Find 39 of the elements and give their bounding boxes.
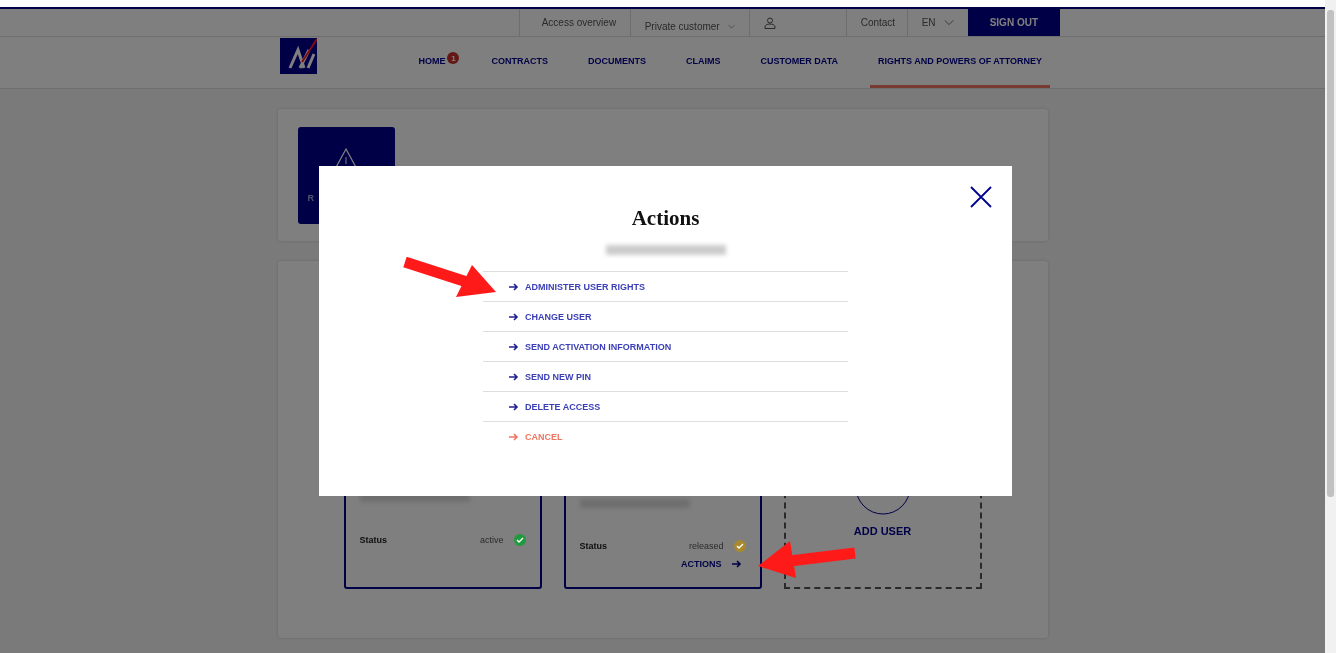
status-label: Status — [359, 535, 387, 545]
nav-tab[interactable]: CONTRACTS — [483, 37, 556, 88]
customer-select[interactable]: Private customer — [629, 9, 749, 36]
nav-tab[interactable]: HOME 1 — [410, 37, 460, 88]
chevron-icon — [943, 19, 954, 26]
status-label: Status — [579, 541, 607, 551]
access-overview-link[interactable]: Access overview — [518, 9, 630, 36]
user-icon[interactable] — [763, 16, 776, 29]
tile-label: R — [307, 193, 314, 203]
status-value: active — [480, 535, 504, 545]
contact-link[interactable]: Contact — [845, 9, 907, 36]
arrow-icon — [509, 372, 519, 381]
status-value: released — [688, 541, 724, 551]
nav-tab[interactable]: CUSTOMER DATA — [752, 37, 846, 88]
nav-tab[interactable]: DOCUMENTS — [580, 37, 654, 88]
actions-link[interactable]: ACTIONS — [681, 559, 746, 569]
cancel-link[interactable]: CANCEL — [483, 421, 848, 451]
action-link[interactable]: SEND NEW PIN — [483, 361, 848, 391]
nav-tab[interactable]: RIGHTS AND POWERS OF ATTORNEY — [870, 37, 1050, 88]
arrow-icon — [509, 432, 519, 441]
close-icon — [970, 186, 992, 208]
arrow-icon — [731, 560, 742, 568]
scrollbar[interactable] — [1325, 0, 1336, 653]
arrow-icon — [509, 402, 519, 411]
arrow-icon — [509, 342, 519, 351]
close-button[interactable] — [970, 186, 992, 208]
arrow-icon — [509, 282, 519, 291]
arrow-icon — [509, 312, 519, 321]
action-link[interactable]: DELETE ACCESS — [483, 391, 848, 421]
language-select[interactable]: EN — [906, 9, 968, 36]
sign-out-button[interactable]: SIGN OUT — [967, 9, 1060, 36]
nav-tab[interactable]: CLAIMS — [678, 37, 729, 88]
action-link[interactable]: CHANGE USER — [483, 301, 848, 331]
add-user-label: ADD USER — [853, 525, 912, 537]
chevron-icon — [727, 23, 735, 30]
notification-badge: 1 — [447, 52, 460, 64]
action-link[interactable]: SEND ACTIVATION INFORMATION — [483, 331, 848, 361]
logo[interactable] — [280, 38, 317, 74]
dialog-title: Actions — [631, 206, 700, 231]
